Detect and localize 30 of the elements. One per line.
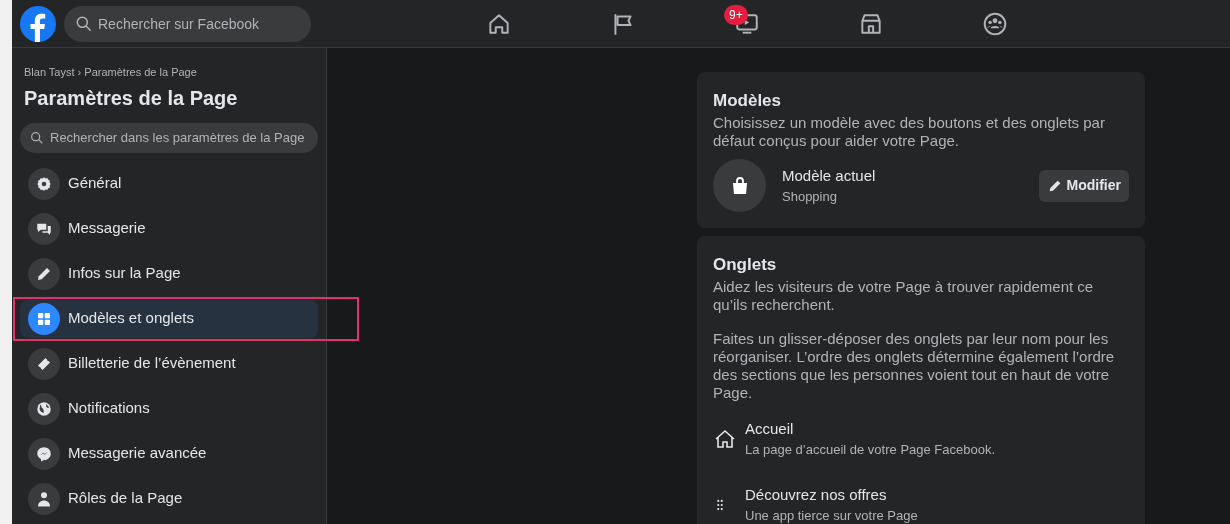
tab-name: Accueil [745,418,795,439]
person-icon [35,489,53,508]
card-title: Onglets [713,254,778,276]
template-label: Modèle actuel [782,165,877,186]
sidebar-item[interactable]: Général [20,164,318,203]
breadcrumb: Blan Tayst › Paramètres de la Page [23,65,198,80]
edit-button[interactable]: Modifier [1038,169,1129,202]
card-description: Choisissez un modèle avec des boutons et des onglets par défaut conçus pour aider votre Page. [713,113,1106,151]
sidebar-item[interactable]: Messagerie avancée [20,434,318,473]
card-description: Aidez les visiteurs de votre Page à trouver rapidement ce qu’ils recherchent. [713,277,1095,314]
tab-description: La page d’accueil de votre Page Facebook. [745,441,996,459]
sidebar-item[interactable]: Messagerie [20,209,318,248]
sidebar-item[interactable]: Infos sur la Page [20,254,318,293]
settings-search-field[interactable]: Rechercher dans les paramètres de la Page [20,122,318,153]
messenger-icon [35,444,53,463]
sidebar-item[interactable]: Billetterie de l’évènement [20,344,318,383]
sidebar-item[interactable]: Modèles et onglets [20,299,318,338]
card-title: Modèles [713,90,783,112]
card-description: Faites un glisser-déposer des onglets par leur nom pour les réorganiser. L’ordre des onglets détermine également l’ordre des sections que les personnes voient tout en haut de votre Page. [713,329,1116,402]
notification-count: 9+ [724,4,748,25]
sidebar-item[interactable]: Rôles de la Page [20,479,318,518]
search-icon [29,129,45,146]
template-name: Shopping [782,188,838,206]
tab-name: Découvrez nos offres [745,484,888,505]
tab-description: Une app tierce sur votre Page [745,507,918,524]
search-field[interactable]: Rechercher sur Facebook [64,5,311,42]
sidebar-item[interactable]: Notifications [20,389,318,428]
page-title: Paramètres de la Page [23,85,239,111]
globe-icon [35,399,53,418]
facebook-logo[interactable] [20,5,56,42]
